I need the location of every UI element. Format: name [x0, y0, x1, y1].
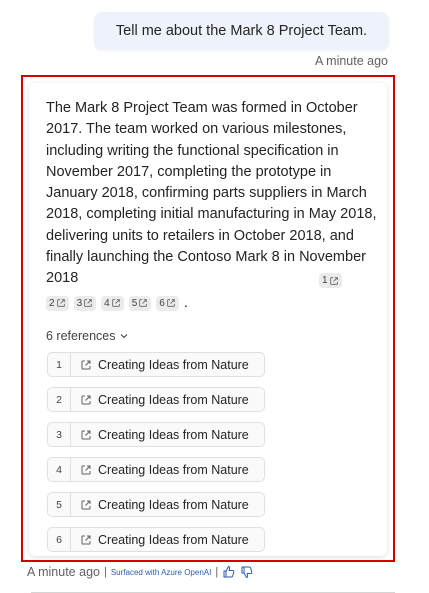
user-message-bubble: Tell me about the Mark 8 Project Team.	[94, 12, 389, 50]
footer-separator: |	[215, 566, 219, 578]
reference-divider	[70, 492, 71, 517]
like-button[interactable]	[222, 565, 236, 579]
reference-title: Creating Ideas from Nature	[98, 392, 249, 407]
reference-divider	[70, 527, 71, 552]
citation-6[interactable]: 6	[156, 295, 179, 311]
thumbs-down-icon	[241, 566, 253, 579]
references-toggle-label: 6 references	[46, 329, 116, 343]
reference-item-1[interactable]: 1 Creating Ideas from Nature	[47, 352, 265, 377]
reference-item-2[interactable]: 2 Creating Ideas from Nature	[47, 387, 265, 412]
references-toggle[interactable]: 6 references	[46, 329, 129, 343]
external-link-icon	[81, 360, 91, 369]
thumbs-up-icon	[223, 565, 235, 578]
reference-divider	[70, 457, 71, 482]
external-link-icon	[81, 500, 91, 509]
reference-number: 4	[56, 463, 62, 476]
external-link-icon	[111, 299, 120, 307]
chevron-down-icon	[121, 334, 128, 339]
reference-title: Creating Ideas from Nature	[98, 532, 249, 547]
reference-number: 5	[56, 498, 62, 511]
citation-5[interactable]: 5	[128, 295, 152, 311]
reference-item-3[interactable]: 3 Creating Ideas from Nature	[47, 422, 265, 447]
reference-title: Creating Ideas from Nature	[98, 357, 249, 372]
chat-page: Tell me about the Mark 8 Project Team. A…	[0, 0, 429, 593]
reference-number: 6	[56, 533, 62, 546]
reference-list: 1 Creating Ideas from Nature 2 Creating …	[47, 352, 265, 552]
user-message-timestamp: A minute ago	[315, 54, 388, 68]
external-link-icon	[329, 276, 338, 285]
reference-title: Creating Ideas from Nature	[98, 497, 249, 512]
bot-response-card: The Mark 8 Project Team was formed in Oc…	[29, 83, 387, 556]
reference-number: 3	[56, 428, 62, 441]
surfaced-with-label: Surfaced with Azure OpenAI	[110, 567, 212, 577]
reference-item-6[interactable]: 6 Creating Ideas from Nature	[47, 527, 265, 552]
external-link-icon	[81, 535, 91, 544]
bot-response-text: The Mark 8 Project Team was formed in Oc…	[46, 100, 377, 287]
reference-number: 1	[56, 358, 62, 371]
citation-4[interactable]: 4	[101, 295, 124, 311]
reference-title: Creating Ideas from Nature	[98, 427, 249, 442]
reference-number: 2	[56, 393, 62, 406]
reference-item-5[interactable]: 5 Creating Ideas from Nature	[47, 492, 265, 517]
bot-response-highlight: The Mark 8 Project Team was formed in Oc…	[21, 75, 395, 562]
external-link-icon	[81, 430, 91, 439]
reference-divider	[70, 352, 71, 377]
external-link-icon	[167, 299, 175, 307]
footer-separator: |	[103, 566, 107, 578]
external-link-icon	[84, 299, 92, 307]
external-link-icon	[56, 299, 65, 307]
citation-row: 2 3 4 5 6 .	[46, 295, 188, 311]
bot-message-footer: A minute ago | Surfaced with Azure OpenA…	[27, 565, 254, 579]
reference-divider	[70, 422, 71, 447]
external-link-icon	[139, 299, 147, 307]
end-punctuation: .	[183, 295, 188, 311]
citation-1[interactable]: 1	[319, 273, 342, 288]
citation-3[interactable]: 3	[73, 295, 97, 311]
reference-divider	[70, 387, 71, 412]
dislike-button[interactable]	[240, 565, 254, 579]
user-message-text: Tell me about the Mark 8 Project Team.	[115, 23, 368, 39]
bot-message-timestamp: A minute ago	[27, 565, 100, 579]
reference-title: Creating Ideas from Nature	[98, 462, 249, 477]
reference-item-4[interactable]: 4 Creating Ideas from Nature	[47, 457, 265, 482]
citation-2[interactable]: 2	[46, 295, 69, 311]
external-link-icon	[81, 395, 91, 404]
external-link-icon	[81, 465, 91, 474]
